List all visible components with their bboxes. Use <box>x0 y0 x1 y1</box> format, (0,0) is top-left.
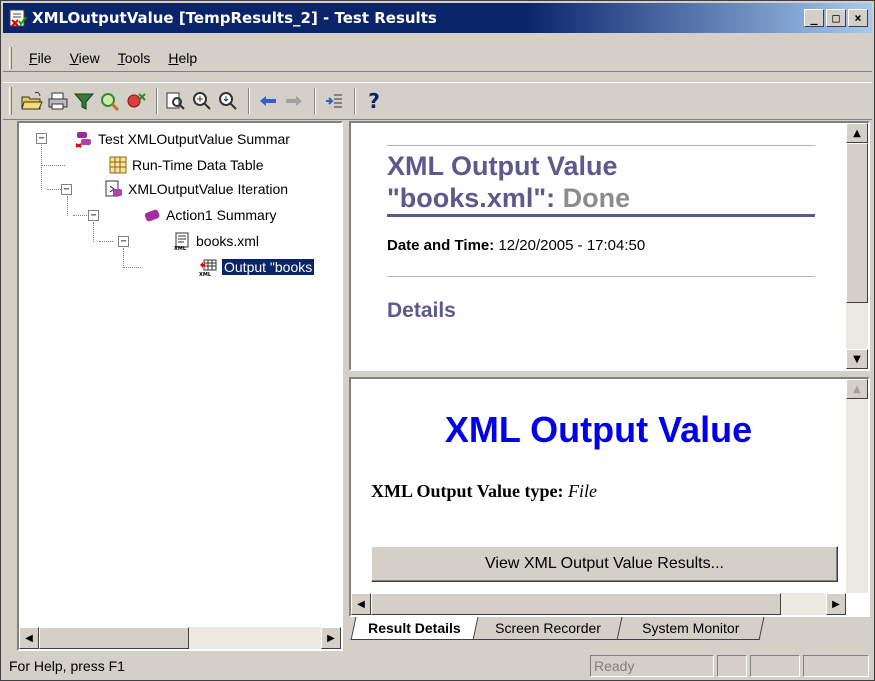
delete-icon[interactable] <box>124 88 148 114</box>
toolbar-separator <box>248 88 250 114</box>
xml-file-icon: XML <box>173 232 191 252</box>
svg-text:XML: XML <box>174 246 187 250</box>
menu-view[interactable]: View <box>61 50 109 66</box>
tree-horizontal-scrollbar[interactable]: ◀ ▶ <box>19 627 341 649</box>
zoom-out-icon[interactable] <box>216 88 240 114</box>
expand-icon[interactable] <box>322 88 346 114</box>
view-xml-results-button[interactable]: View XML Output Value Results... <box>371 546 838 582</box>
results-tree-panel: − Test XMLOutputValue Summar Run-Time Da… <box>17 121 343 651</box>
output-value-icon: XML <box>199 258 217 278</box>
results-tree[interactable]: − Test XMLOutputValue Summar Run-Time Da… <box>19 123 341 617</box>
scroll-left-arrow-icon[interactable]: ◀ <box>19 627 39 649</box>
tab-screen-recorder[interactable]: Screen Recorder <box>469 617 626 640</box>
collapse-toggle[interactable]: − <box>118 236 129 247</box>
scroll-thumb[interactable] <box>39 627 189 649</box>
toolbar-separator <box>314 88 316 114</box>
status-ready: Ready <box>590 655 714 677</box>
svg-text:XML: XML <box>199 272 212 276</box>
summary-divider <box>387 276 815 277</box>
minimize-button[interactable]: _ <box>804 9 824 27</box>
scroll-down-arrow-icon[interactable]: ▼ <box>846 349 868 369</box>
tree-item-action1-summary[interactable]: Action1 Summary <box>143 204 276 226</box>
menu-tools[interactable]: Tools <box>109 50 160 66</box>
result-heading: XML Output Value <box>444 409 753 450</box>
tree-item-books-xml[interactable]: XML books.xml <box>173 230 259 252</box>
tab-system-monitor[interactable]: System Monitor <box>616 617 766 640</box>
test-results-app-icon <box>9 9 27 27</box>
menu-file[interactable]: File <box>20 50 61 66</box>
scroll-up-arrow-icon[interactable]: ▲ <box>846 379 868 399</box>
collapse-toggle[interactable]: − <box>61 184 72 195</box>
status-bar: For Help, press F1 Ready <box>3 653 872 679</box>
test-summary-icon <box>75 130 93 148</box>
summary-title: XML Output Value "books.xml": Done <box>387 151 631 213</box>
collapse-toggle[interactable]: − <box>36 133 47 144</box>
tree-connector <box>93 222 94 242</box>
tree-item-output-books[interactable]: XML Output "books <box>199 256 316 278</box>
scroll-up-arrow-icon[interactable]: ▲ <box>846 123 868 143</box>
scroll-right-arrow-icon[interactable]: ▶ <box>321 627 341 649</box>
details-vertical-scrollbar[interactable]: ▲ <box>846 379 868 593</box>
summary-vertical-scrollbar[interactable]: ▲ ▼ <box>846 123 868 369</box>
menu-help[interactable]: Help <box>159 50 206 66</box>
scroll-left-arrow-icon[interactable]: ◀ <box>351 593 371 615</box>
collapse-toggle[interactable]: − <box>88 210 99 221</box>
tree-connector <box>67 196 68 216</box>
title-bar[interactable]: XMLOutputValue [TempResults_2] - Test Re… <box>3 3 872 33</box>
tree-item-runtime-data-table[interactable]: Run-Time Data Table <box>109 154 264 176</box>
forward-icon[interactable] <box>282 88 306 114</box>
filter-icon[interactable] <box>72 88 96 114</box>
tree-connector <box>41 165 65 166</box>
summary-underline <box>387 214 815 217</box>
toolbar: ? <box>3 82 872 120</box>
output-type-line: XML Output Value type: File <box>371 481 598 501</box>
data-table-icon <box>109 156 127 174</box>
print-icon[interactable] <box>46 88 70 114</box>
status-pane <box>717 655 747 677</box>
tree-connector <box>123 267 141 268</box>
menu-bar: File View Tools Help <box>3 44 872 72</box>
action-icon <box>143 206 161 224</box>
toolbar-separator <box>354 88 356 114</box>
window-title: XMLOutputValue [TempResults_2] - Test Re… <box>32 9 437 27</box>
tab-result-details[interactable]: Result Details <box>350 617 479 640</box>
details-tab-strip: Result Details Screen Recorder System Mo… <box>350 617 868 643</box>
status-pane <box>803 655 869 677</box>
scroll-thumb[interactable] <box>846 143 868 303</box>
zoom-in-icon[interactable] <box>190 88 214 114</box>
open-icon[interactable] <box>20 88 44 114</box>
preview-icon[interactable] <box>164 88 188 114</box>
status-help-text: For Help, press F1 <box>9 658 125 674</box>
test-results-window: XMLOutputValue [TempResults_2] - Test Re… <box>0 0 875 681</box>
maximize-button[interactable]: □ <box>826 9 846 27</box>
tree-connector <box>123 248 124 268</box>
tree-item-test-summary[interactable]: Test XMLOutputValue Summar <box>75 128 290 150</box>
tree-item-iteration[interactable]: XMLOutputValue Iteration <box>105 178 288 200</box>
scroll-thumb[interactable] <box>371 593 781 615</box>
menubar-grip <box>9 46 12 69</box>
details-heading: Details <box>387 299 456 322</box>
back-icon[interactable] <box>256 88 280 114</box>
tree-connector <box>99 241 113 242</box>
result-details-pane: XML Output Value XML Output Value type: … <box>349 377 870 617</box>
tree-connector <box>73 215 87 216</box>
toolbar-separator <box>156 88 158 114</box>
help-icon[interactable]: ? <box>362 88 386 114</box>
details-horizontal-scrollbar[interactable]: ◀ ▶ <box>351 593 846 615</box>
find-icon[interactable] <box>98 88 122 114</box>
tree-connector <box>41 138 42 190</box>
status-pane <box>750 655 800 677</box>
iteration-icon <box>105 180 123 198</box>
close-button[interactable]: × <box>848 9 868 27</box>
summary-pane: XML Output Value "books.xml": Done Date … <box>349 121 870 371</box>
scroll-right-arrow-icon[interactable]: ▶ <box>826 593 846 615</box>
toolbar-grip <box>9 87 12 115</box>
status-done: Done <box>562 183 631 213</box>
date-time-row: Date and Time: 12/20/2005 - 17:04:50 <box>387 237 646 254</box>
summary-top-rule <box>387 145 815 146</box>
